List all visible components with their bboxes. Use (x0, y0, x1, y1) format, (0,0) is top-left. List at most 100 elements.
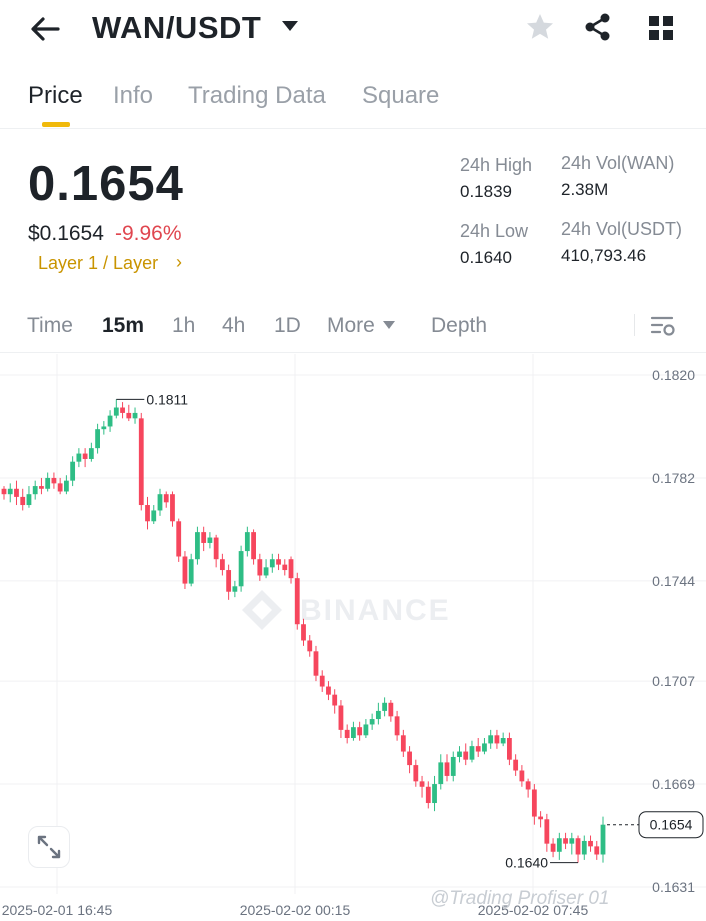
category-tag[interactable]: Layer 1 / Layer (38, 253, 158, 274)
candle (319, 670, 325, 692)
candle-body (332, 694, 338, 706)
candle-body (563, 838, 568, 844)
interval-more[interactable]: More (327, 314, 375, 338)
candle (251, 529, 256, 565)
interval-4h[interactable]: 4h (222, 314, 245, 338)
candle-body (600, 824, 606, 855)
candle (326, 681, 331, 701)
candle-body (63, 480, 69, 492)
usd-price: $0.1654 (28, 222, 104, 245)
caret-down-icon[interactable] (280, 18, 300, 34)
candle (244, 526, 250, 557)
candle (201, 526, 207, 552)
active-tab-indicator (42, 122, 70, 127)
intervals-divider (0, 352, 706, 353)
candle (1, 486, 7, 500)
candle-body (76, 453, 82, 462)
candle (538, 811, 544, 828)
candle (151, 505, 157, 524)
current-price-label: 0.1654 (650, 817, 693, 833)
candle (39, 477, 44, 495)
pair-title[interactable]: WAN/USDT (92, 10, 261, 46)
candle (120, 402, 125, 419)
candle-body (57, 483, 63, 492)
low-marker-label: 0.1640 (505, 855, 548, 871)
candle-body (201, 532, 207, 543)
candle-body (344, 729, 350, 739)
tab-price[interactable]: Price (28, 82, 83, 110)
candle-body (1, 488, 7, 495)
tab-trading-data[interactable]: Trading Data (188, 82, 326, 110)
candle-body (550, 843, 556, 852)
candle-body (519, 770, 525, 782)
interval-depth[interactable]: Depth (431, 314, 487, 338)
candle-body (382, 702, 388, 711)
interval-15m[interactable]: 15m (102, 314, 144, 338)
candle (238, 545, 244, 592)
candle-body (500, 738, 506, 744)
credit-watermark: @Trading Profiser 01 (430, 888, 610, 909)
candle-body (400, 735, 406, 752)
candle (32, 480, 38, 500)
candle-body (207, 537, 213, 543)
candle-body (14, 488, 19, 497)
candle-body (170, 494, 175, 522)
candle (457, 746, 462, 763)
candle-body (525, 781, 531, 790)
share-icon[interactable] (582, 11, 614, 43)
candle-body (32, 486, 38, 495)
candle-body (39, 486, 44, 489)
candle-body (120, 407, 125, 413)
candle-body (432, 784, 437, 804)
candle-body (494, 735, 500, 744)
candle-body (113, 407, 119, 416)
candle (588, 835, 593, 852)
tab-info[interactable]: Info (113, 82, 153, 110)
tab-square[interactable]: Square (362, 82, 439, 110)
candle (157, 488, 163, 516)
candle (51, 472, 57, 489)
candle (213, 534, 219, 568)
candle-body (51, 477, 57, 484)
candle-body (457, 751, 462, 757)
price-markers: 0.1811 0.1640 0.1654 (116, 391, 704, 871)
candle-body (226, 570, 232, 592)
fullscreen-button[interactable] (28, 826, 70, 868)
star-icon[interactable] (524, 11, 556, 43)
candle (176, 518, 182, 562)
y-tick-label: 0.1744 (652, 573, 695, 589)
candle (57, 477, 63, 495)
candle (544, 813, 550, 852)
expand-icon (37, 835, 61, 859)
candle (170, 491, 175, 527)
binance-logo-icon (242, 590, 282, 630)
candle (507, 732, 512, 766)
interval-1d[interactable]: 1D (274, 314, 301, 338)
candle (550, 838, 556, 858)
chart-settings-icon[interactable] (650, 314, 676, 338)
candle (294, 572, 300, 630)
candle (382, 697, 388, 717)
back-arrow-icon[interactable] (28, 14, 64, 44)
candle (332, 689, 338, 714)
candle-body (482, 743, 487, 752)
candle-body (7, 488, 13, 495)
candlestick-chart[interactable]: BINANCE 0.18200.17820.17440.17070.16690.… (0, 354, 706, 921)
candle-body (351, 727, 356, 739)
candle (263, 559, 269, 579)
candle (400, 729, 406, 757)
high-marker-label: 0.1811 (146, 391, 188, 407)
candle (145, 496, 150, 530)
grid-icon[interactable] (646, 13, 676, 43)
candle (188, 553, 194, 587)
candle-body (151, 510, 157, 522)
candle (407, 746, 412, 774)
candle (513, 754, 519, 776)
candle (107, 410, 113, 432)
interval-1h[interactable]: 1h (172, 314, 195, 338)
candle (563, 832, 568, 850)
candle (45, 472, 51, 492)
candle-body (581, 840, 587, 855)
candle-body (425, 786, 431, 804)
interval-time[interactable]: Time (27, 314, 73, 338)
